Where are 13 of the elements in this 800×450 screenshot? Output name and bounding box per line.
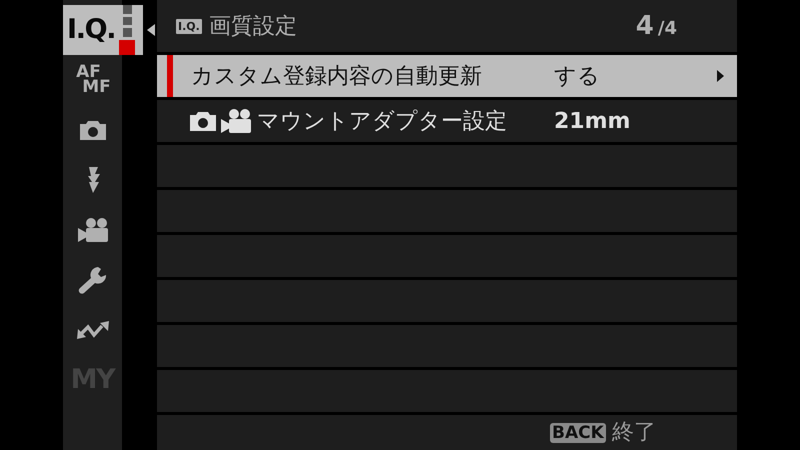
setting-label: マウントアダプター設定: [257, 108, 507, 136]
menu-tab[interactable]: AF MF: [63, 55, 122, 105]
setting-label: カスタム登録内容の自動更新: [191, 62, 482, 90]
setting-value: する: [554, 62, 600, 90]
back-key-label: BACK: [550, 422, 606, 442]
menu-tab[interactable]: I.Q.: [63, 5, 143, 55]
setting-value: 21mm: [554, 108, 630, 136]
page-number: 4/4: [636, 10, 677, 42]
menu-row[interactable]: マウントアダプター設定 21mm: [157, 100, 737, 145]
section-badge: I.Q.: [176, 18, 202, 34]
menu-title: 画質設定: [208, 12, 297, 40]
menu-row[interactable]: カスタム登録内容の自動更新 する: [157, 55, 737, 100]
footer-hint: 終了: [612, 419, 656, 447]
